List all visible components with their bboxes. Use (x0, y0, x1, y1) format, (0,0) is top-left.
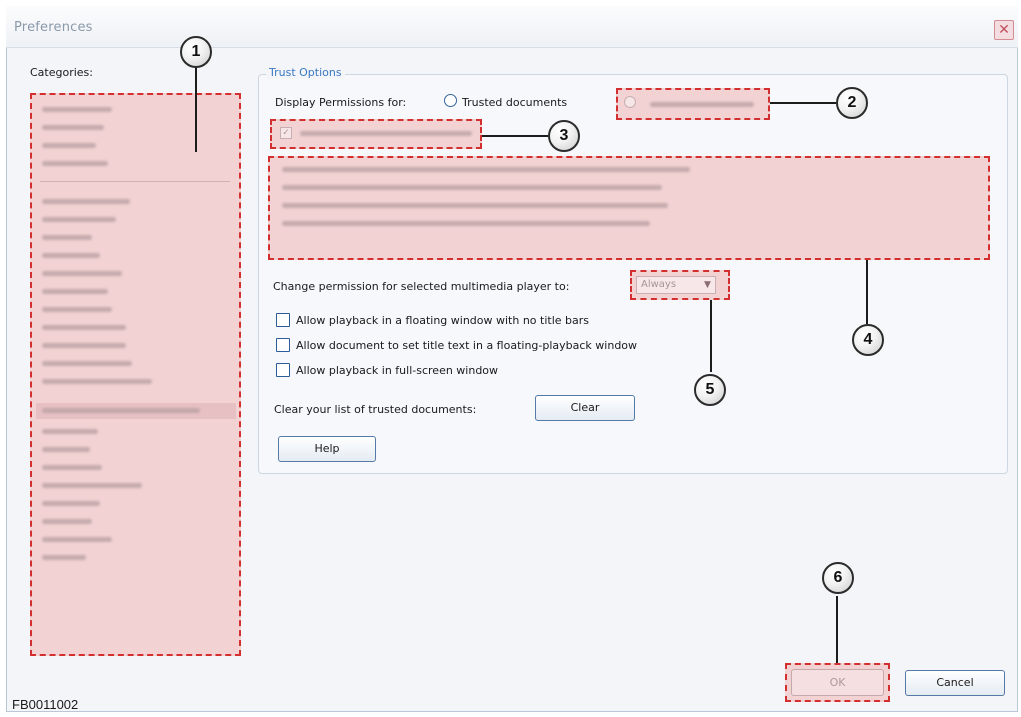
figure-code: FB0011002 (12, 697, 79, 712)
callout-highlight-2 (616, 88, 770, 120)
change-permission-label: Change permission for selected multimedi… (273, 280, 570, 293)
multimedia-player-list[interactable] (268, 156, 990, 260)
cancel-button-label: Cancel (936, 676, 974, 689)
categories-label: Categories: (30, 66, 93, 79)
title-bar (6, 6, 1018, 48)
close-icon[interactable]: ✕ (994, 20, 1014, 40)
full-screen-checkbox[interactable] (276, 363, 290, 377)
leader-line-1 (195, 66, 197, 152)
callout-bubble-1: 1 (180, 36, 212, 68)
blurred-checkbox[interactable]: ✓ (280, 127, 292, 139)
leader-line-3 (482, 135, 548, 137)
window-title: Preferences (14, 20, 93, 35)
callout-bubble-5: 5 (694, 374, 726, 406)
full-screen-label: Allow playback in full-screen window (296, 364, 499, 377)
trust-options-legend: Trust Options (266, 66, 345, 79)
callout-bubble-4: 4 (852, 324, 884, 356)
clear-trusted-label: Clear your list of trusted documents: (274, 403, 477, 416)
callout-bubble-3: 3 (548, 120, 580, 152)
leader-line-4 (866, 260, 868, 324)
clear-button[interactable]: Clear (535, 395, 635, 421)
help-button[interactable]: Help (278, 436, 376, 462)
ok-button[interactable]: OK (791, 669, 884, 696)
callout-bubble-2: 2 (836, 87, 868, 119)
leader-line-6 (836, 596, 838, 663)
floating-window-checkbox[interactable] (276, 313, 290, 327)
callout-highlight-3 (270, 119, 482, 149)
categories-list[interactable] (30, 93, 241, 656)
trusted-documents-label: Trusted documents (462, 96, 568, 109)
leader-line-2 (770, 102, 836, 104)
floating-window-label: Allow playback in a floating window with… (296, 314, 590, 327)
leader-line-5 (710, 300, 712, 372)
clear-button-label: Clear (570, 401, 600, 414)
other-documents-radio[interactable] (624, 96, 636, 108)
callout-bubble-6: 6 (822, 562, 854, 594)
title-text-checkbox[interactable] (276, 338, 290, 352)
title-text-label: Allow document to set title text in a fl… (296, 339, 638, 352)
chevron-down-icon[interactable]: ▼ (700, 277, 715, 293)
cancel-button[interactable]: Cancel (905, 670, 1005, 696)
help-button-label: Help (314, 442, 340, 455)
trusted-documents-radio[interactable] (444, 94, 457, 107)
display-permissions-label: Display Permissions for: (275, 96, 407, 109)
